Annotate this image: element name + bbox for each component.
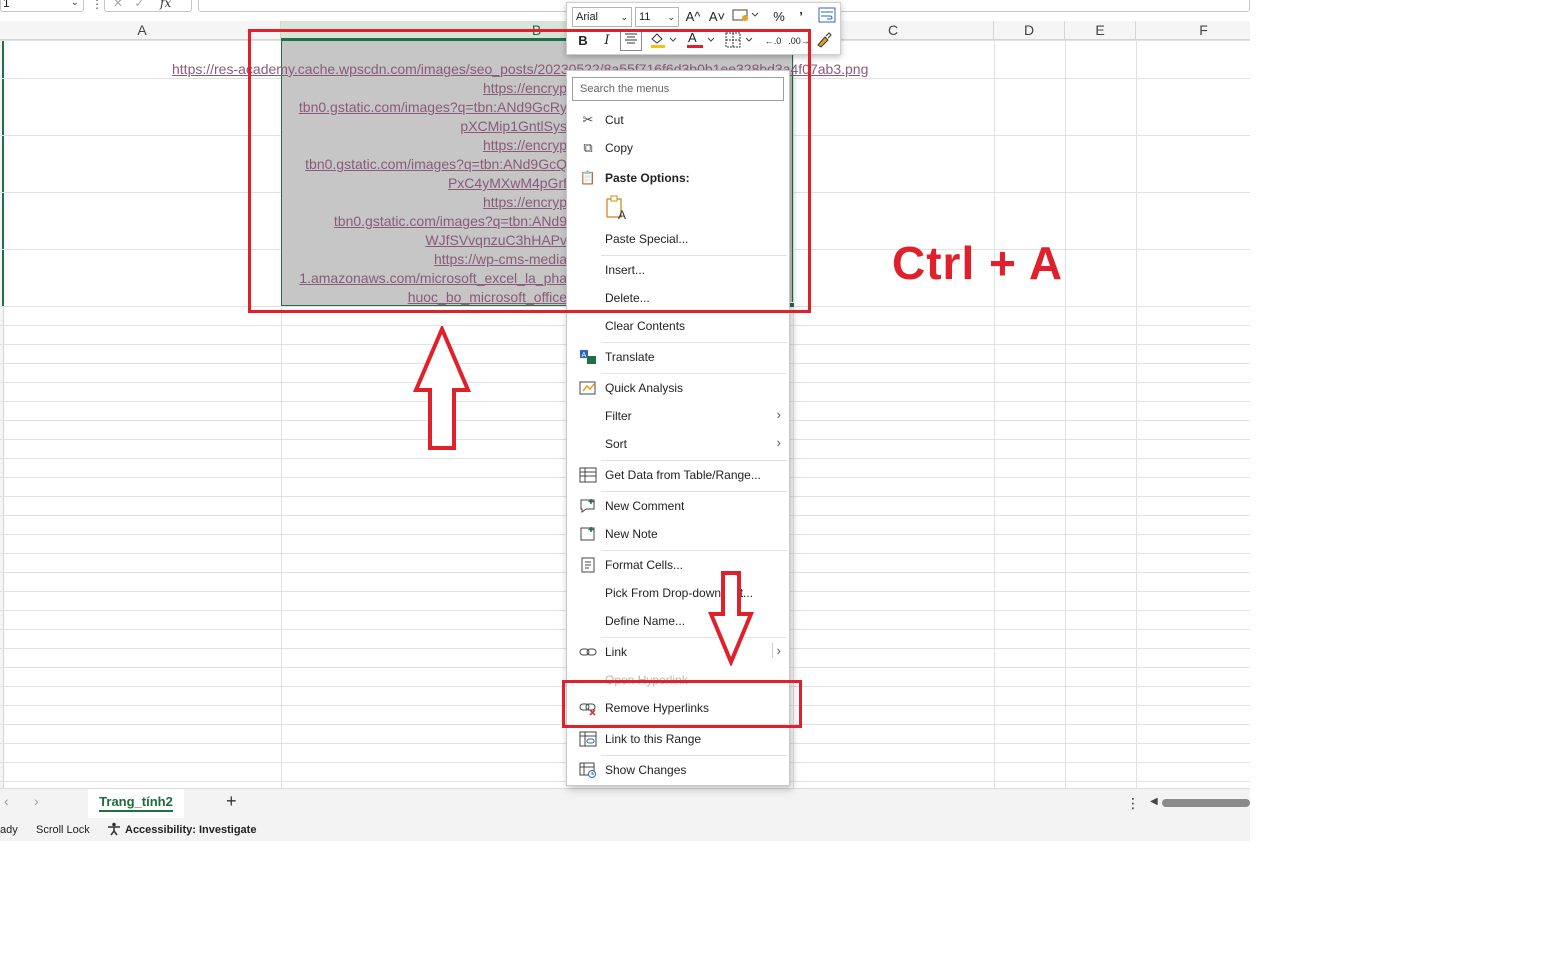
menu-item-define-name[interactable]: Define Name... bbox=[567, 607, 789, 635]
menu-item-label: New Comment bbox=[605, 499, 685, 513]
menu-item-label: Filter bbox=[605, 409, 632, 423]
name-box-value: 1 bbox=[3, 0, 10, 10]
chevron-right-icon[interactable]: › bbox=[34, 793, 39, 809]
menu-item-filter[interactable]: Filter › bbox=[567, 402, 789, 430]
percent-style-button[interactable]: % bbox=[769, 7, 789, 27]
menu-item-clear-contents[interactable]: Clear Contents bbox=[567, 312, 789, 340]
quick-analysis-icon bbox=[579, 380, 597, 396]
show-changes-icon bbox=[579, 762, 597, 778]
formula-buttons: ✕ ✓ fx bbox=[104, 0, 192, 12]
annotation-arrow-up-icon bbox=[412, 326, 472, 450]
menu-item-label: Clear Contents bbox=[605, 319, 686, 333]
chevron-right-icon: › bbox=[771, 643, 781, 658]
sheet-tab-active[interactable]: Trang_tính2 bbox=[88, 789, 184, 819]
add-sheet-button[interactable]: + bbox=[226, 791, 237, 812]
sheet-tabs-bar: ‹ › Trang_tính2 + ⋮ ◀ bbox=[0, 788, 1250, 819]
gridline bbox=[1136, 40, 1137, 788]
menu-item-sort[interactable]: Sort › bbox=[567, 430, 789, 458]
font-size-value: 11 bbox=[639, 11, 651, 23]
menu-item-label: New Note bbox=[605, 527, 658, 541]
table-icon bbox=[579, 467, 597, 483]
scroll-left-icon[interactable]: ◀ bbox=[1150, 796, 1158, 807]
comma-style-button[interactable]: ’ bbox=[793, 7, 809, 27]
name-box[interactable]: 1 ⌄ bbox=[0, 0, 84, 12]
row-header-selection bbox=[2, 40, 4, 306]
gridline bbox=[1065, 40, 1066, 788]
menu-item-label: Translate bbox=[605, 350, 655, 364]
menu-item-link-to-range[interactable]: Link to this Range bbox=[567, 725, 789, 753]
gridline bbox=[994, 40, 995, 788]
status-ready: ady bbox=[0, 824, 18, 836]
more-options-icon[interactable]: ⋮ bbox=[91, 0, 103, 11]
chevron-left-icon[interactable]: ‹ bbox=[4, 793, 9, 809]
menu-item-new-note[interactable]: New Note bbox=[567, 520, 789, 548]
wrap-text-icon[interactable] bbox=[817, 7, 837, 27]
annotation-shortcut-text: Ctrl + A bbox=[892, 237, 1064, 289]
menu-item-quick-analysis[interactable]: Quick Analysis bbox=[567, 374, 789, 402]
decrease-font-size-button[interactable]: A˅ bbox=[707, 7, 727, 27]
column-header-f[interactable]: F bbox=[1136, 21, 1250, 40]
menu-item-label: Define Name... bbox=[605, 614, 686, 628]
insert-function-button[interactable]: fx bbox=[160, 0, 171, 11]
increase-font-size-button[interactable]: A^ bbox=[683, 7, 703, 27]
accessibility-icon[interactable] bbox=[106, 822, 122, 839]
chevron-right-icon: › bbox=[776, 407, 781, 422]
status-bar: ady Scroll Lock Accessibility: Investiga… bbox=[0, 818, 1250, 841]
sheet-tab-label: Trang_tính2 bbox=[99, 794, 173, 812]
menu-item-label: Show Changes bbox=[605, 763, 687, 777]
menu-item-label: Get Data from Table/Range... bbox=[605, 468, 761, 482]
menu-item-label: Link bbox=[605, 645, 628, 659]
comment-icon bbox=[579, 498, 597, 514]
menu-item-format-cells[interactable]: Format Cells... bbox=[567, 551, 789, 579]
font-size-select[interactable]: 11 ⌄ bbox=[635, 7, 679, 27]
translate-icon: A bbox=[579, 349, 597, 365]
link-icon bbox=[579, 644, 597, 660]
menu-item-translate[interactable]: A Translate bbox=[567, 343, 789, 371]
menu-item-label: Format Cells... bbox=[605, 558, 684, 572]
chevron-down-icon[interactable]: ⌄ bbox=[71, 0, 79, 11]
column-header-a[interactable]: A bbox=[4, 21, 281, 40]
horizontal-scrollbar[interactable] bbox=[1162, 799, 1250, 807]
status-accessibility[interactable]: Accessibility: Investigate bbox=[125, 824, 256, 836]
format-painter-icon[interactable] bbox=[813, 31, 835, 51]
menu-item-label: Sort bbox=[605, 437, 628, 451]
note-icon bbox=[579, 526, 597, 542]
confirm-icon[interactable]: ✓ bbox=[134, 0, 144, 10]
format-cells-icon bbox=[579, 557, 597, 573]
column-header-d[interactable]: D bbox=[994, 21, 1065, 40]
cancel-icon[interactable]: ✕ bbox=[113, 0, 123, 10]
menu-item-label: Quick Analysis bbox=[605, 381, 684, 395]
chevron-right-icon: › bbox=[776, 435, 781, 450]
annotation-highlight-selection bbox=[248, 29, 811, 313]
accounting-format-icon[interactable] bbox=[731, 7, 761, 27]
column-header-e[interactable]: E bbox=[1065, 21, 1136, 40]
font-name-select[interactable]: Arial ⌄ bbox=[572, 7, 632, 27]
svg-text:A: A bbox=[582, 352, 587, 359]
font-name-value: Arial bbox=[576, 11, 599, 23]
menu-item-get-data[interactable]: Get Data from Table/Range... bbox=[567, 461, 789, 489]
menu-item-link[interactable]: Link › bbox=[567, 638, 789, 666]
status-scroll-lock: Scroll Lock bbox=[36, 824, 90, 836]
menu-item-label: Link to this Range bbox=[605, 732, 702, 746]
annotation-highlight-remove-hyperlinks bbox=[562, 680, 802, 728]
chevron-down-icon: ⌄ bbox=[620, 12, 628, 22]
more-options-icon[interactable]: ⋮ bbox=[1126, 795, 1140, 812]
menu-item-new-comment[interactable]: New Comment bbox=[567, 492, 789, 520]
link-range-icon bbox=[579, 731, 597, 747]
annotation-arrow-down-icon bbox=[708, 571, 754, 666]
chevron-down-icon: ⌄ bbox=[667, 12, 675, 22]
menu-item-pick-dropdown[interactable]: Pick From Drop-down List... bbox=[567, 579, 789, 607]
menu-item-show-changes[interactable]: Show Changes bbox=[567, 756, 789, 784]
